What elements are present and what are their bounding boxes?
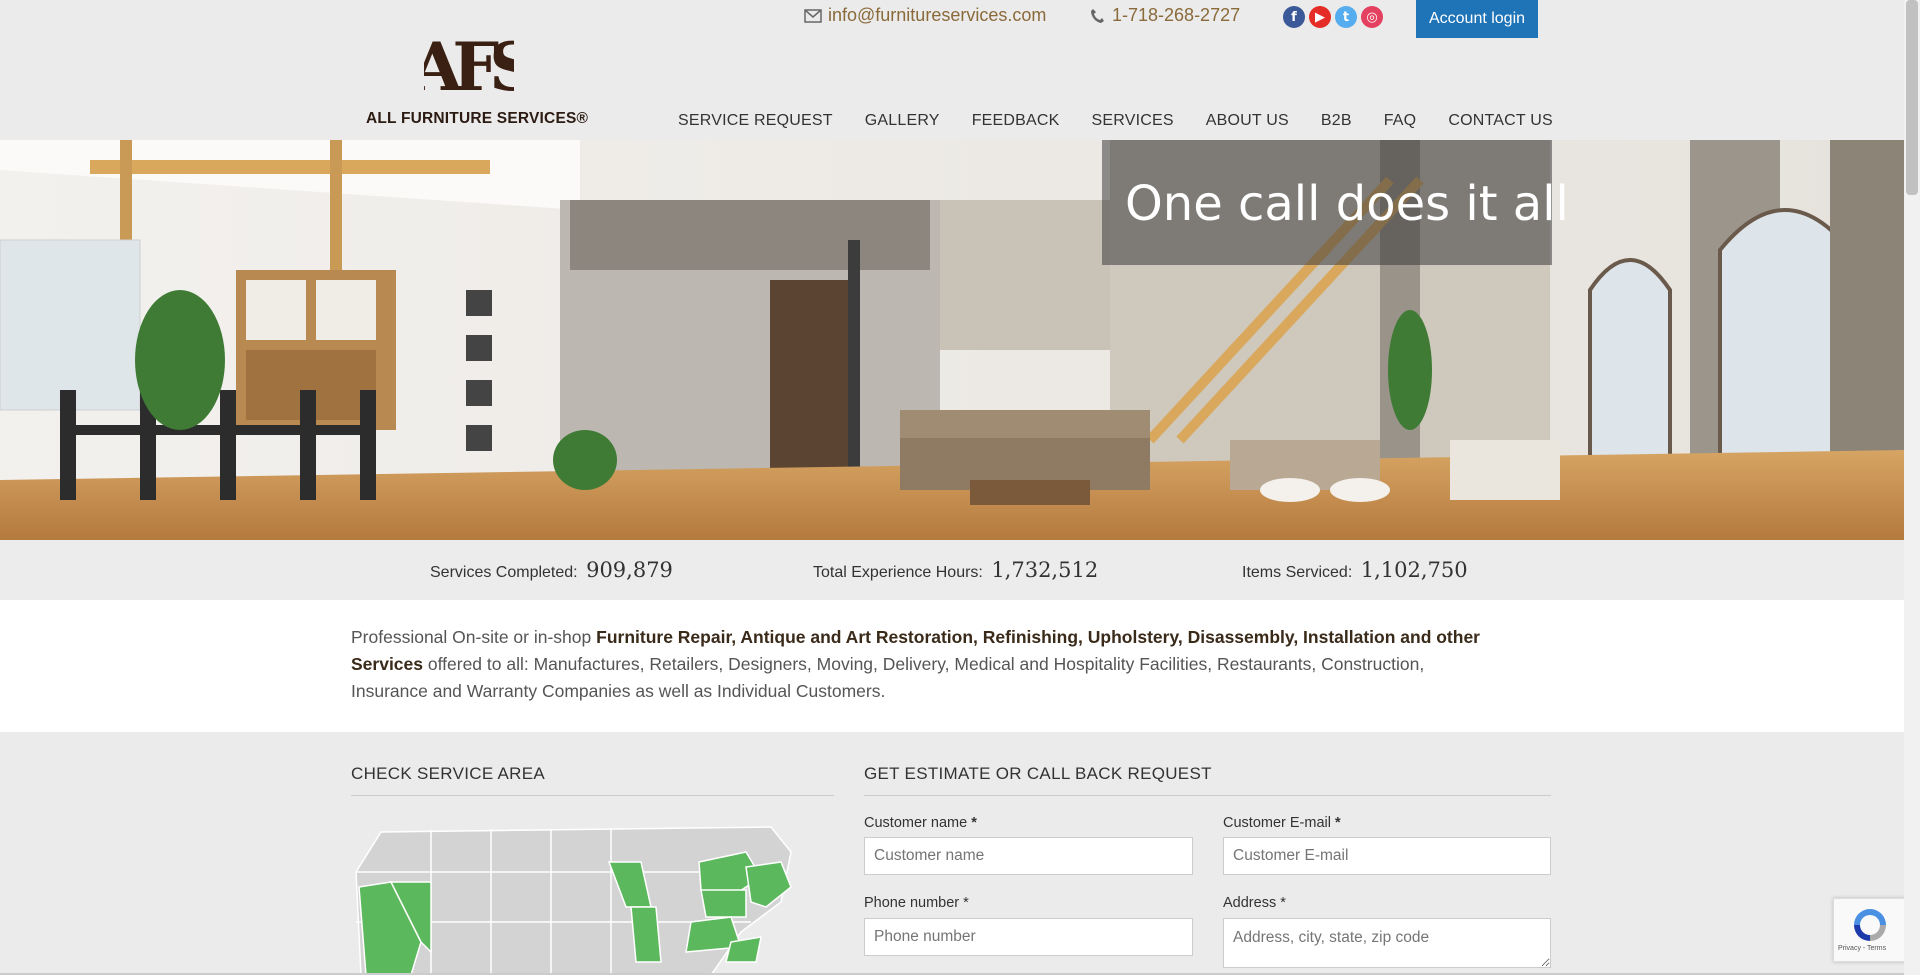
stat-value: 1,102,750 — [1360, 558, 1468, 582]
recaptcha-links[interactable]: Privacy - Terms — [1838, 945, 1886, 952]
phone-number-input[interactable] — [864, 918, 1193, 956]
stats-bar: Services Completed: 909,879 Total Experi… — [0, 540, 1904, 600]
scrollbar-thumb[interactable] — [1906, 0, 1918, 195]
phone-number-label: Phone number * — [864, 895, 969, 911]
stat-value: 1,732,512 — [991, 558, 1099, 582]
svg-text:AFS: AFS — [424, 28, 514, 104]
facebook-icon[interactable]: f — [1283, 6, 1305, 28]
stat-label: Total Experience Hours: — [813, 564, 983, 581]
account-login-button[interactable]: Account login — [1416, 0, 1538, 38]
youtube-icon[interactable]: ▶ — [1309, 6, 1331, 28]
intro-lead: Professional On-site or in-shop — [351, 627, 597, 647]
hero-title: One call does it all — [1125, 176, 1569, 232]
required-mark: * — [1335, 815, 1341, 831]
stat-value: 909,879 — [586, 558, 673, 582]
estimate-form-divider — [864, 795, 1551, 796]
nav-gallery[interactable]: GALLERY — [865, 112, 940, 130]
nav-service-request[interactable]: SERVICE REQUEST — [678, 112, 833, 130]
afs-monogram-logo: AFS — [424, 28, 514, 104]
nav-about-us[interactable]: ABOUT US — [1206, 112, 1289, 130]
intro-section: Professional On-site or in-shop Furnitur… — [0, 600, 1904, 732]
instagram-icon[interactable]: ◎ — [1361, 6, 1383, 28]
nav-services[interactable]: SERVICES — [1092, 112, 1174, 130]
twitter-icon[interactable]: t — [1335, 6, 1357, 28]
service-area-divider — [351, 795, 834, 796]
header-phone[interactable]: 1-718-268-2727 — [1090, 5, 1240, 26]
service-area-title: CHECK SERVICE AREA — [351, 764, 546, 783]
required-mark: * — [971, 815, 977, 831]
stat-items-serviced: Items Serviced: 1,102,750 — [1242, 558, 1468, 582]
intro-rest: offered to all: Manufactures, Retailers,… — [351, 654, 1425, 701]
site-logo[interactable]: AFS ALL FURNITURE SERVICES® — [366, 18, 589, 130]
social-links: f ▶ t ◎ — [1283, 6, 1383, 28]
main-nav: SERVICE REQUEST GALLERY FEEDBACK SERVICE… — [678, 112, 1585, 130]
email-link[interactable]: info@furnitureservices.com — [828, 5, 1046, 26]
envelope-icon — [804, 8, 822, 23]
customer-email-label: Customer E-mail * — [1223, 815, 1341, 831]
customer-name-label: Customer name * — [864, 815, 977, 831]
nav-contact-us[interactable]: CONTACT US — [1448, 112, 1553, 130]
address-label: Address * — [1223, 895, 1286, 911]
customer-name-input[interactable] — [864, 837, 1193, 875]
intro-paragraph: Professional On-site or in-shop Furnitur… — [351, 624, 1501, 705]
label-text: Customer E-mail — [1223, 815, 1331, 831]
nav-feedback[interactable]: FEEDBACK — [972, 112, 1060, 130]
header-email[interactable]: info@furnitureservices.com — [804, 5, 1046, 26]
hero-banner: One call does it all — [0, 140, 1904, 540]
stat-label: Services Completed: — [430, 564, 578, 581]
estimate-form-title: GET ESTIMATE OR CALL BACK REQUEST — [864, 764, 1212, 783]
recaptcha-icon — [1854, 909, 1886, 941]
us-map — [355, 826, 792, 975]
service-area-map[interactable] — [351, 812, 801, 975]
nav-b2b[interactable]: B2B — [1321, 112, 1352, 130]
stat-services-completed: Services Completed: 909,879 — [430, 558, 673, 582]
stat-label: Items Serviced: — [1242, 564, 1353, 581]
recaptcha-badge[interactable]: Privacy - Terms — [1833, 898, 1906, 962]
stat-experience-hours: Total Experience Hours: 1,732,512 — [813, 558, 1098, 582]
phone-icon — [1091, 8, 1104, 23]
hero-interior-image — [0, 140, 1904, 540]
nav-faq[interactable]: FAQ — [1384, 112, 1417, 130]
logo-text: ALL FURNITURE SERVICES® — [366, 110, 589, 127]
phone-link[interactable]: 1-718-268-2727 — [1112, 5, 1240, 26]
address-textarea[interactable] — [1223, 918, 1551, 968]
label-text: Customer name — [864, 815, 968, 831]
customer-email-input[interactable] — [1223, 837, 1551, 875]
